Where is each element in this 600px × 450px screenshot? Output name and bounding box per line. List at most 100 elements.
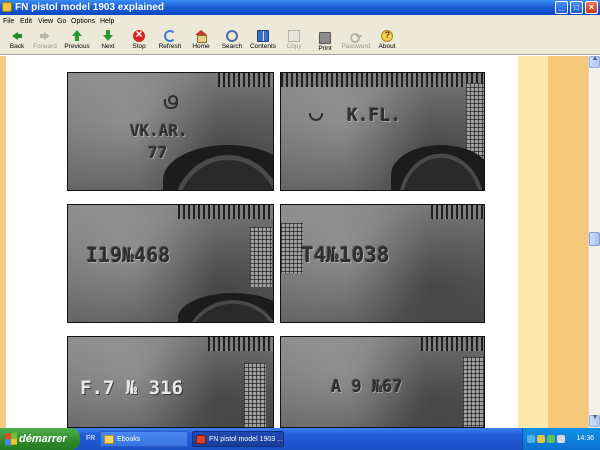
stamp-line1: K.FL. bbox=[347, 105, 402, 126]
menu-go[interactable]: Go bbox=[57, 15, 66, 28]
task-ebooks[interactable]: Ebooks bbox=[100, 431, 188, 447]
refresh-icon bbox=[164, 30, 176, 42]
password-label: Password bbox=[341, 43, 371, 50]
contents-button[interactable]: Contents bbox=[246, 29, 280, 54]
print-label: Print bbox=[318, 45, 332, 52]
ebook-icon bbox=[196, 435, 206, 444]
slide-serrations bbox=[421, 337, 484, 351]
language-indicator[interactable]: FR bbox=[86, 428, 95, 450]
stamp-line1: T4№1038 bbox=[301, 243, 390, 267]
menu-options[interactable]: Options bbox=[71, 15, 95, 28]
stamp-line1: VK.AR. bbox=[130, 121, 188, 140]
down-arrow-icon bbox=[102, 30, 114, 42]
about-label: About bbox=[378, 43, 396, 50]
checkered-grip bbox=[250, 227, 272, 287]
slide-serrations bbox=[218, 73, 273, 87]
photo-a9-marking: A 9 №67 bbox=[280, 336, 485, 428]
scroll-up-button[interactable]: ▲ bbox=[589, 55, 600, 68]
right-margin bbox=[518, 56, 548, 428]
security-icon[interactable] bbox=[547, 435, 555, 443]
forward-label: Forward bbox=[33, 43, 57, 50]
taskbar: démarrer FR Ebooks FN pistol model 1903 … bbox=[0, 428, 600, 450]
menu-file[interactable]: File bbox=[3, 15, 14, 28]
next-button[interactable]: Next bbox=[91, 29, 125, 54]
task-fn-pistol-ebook[interactable]: FN pistol model 1903 ... bbox=[192, 431, 284, 447]
password-button[interactable]: Password bbox=[339, 29, 373, 54]
previous-label: Previous bbox=[64, 43, 90, 50]
menu-edit[interactable]: Edit bbox=[20, 15, 32, 28]
tray-app-icon[interactable] bbox=[557, 435, 565, 443]
copy-icon bbox=[288, 30, 300, 42]
window-title-bar[interactable]: FN pistol model 1903 explained _ □ × bbox=[0, 0, 600, 15]
home-button[interactable]: Home bbox=[184, 29, 218, 54]
stamp-line1: A 9 №67 bbox=[331, 377, 403, 397]
checkered-grip bbox=[244, 363, 266, 427]
about-button[interactable]: About bbox=[370, 29, 404, 54]
slide-serrations bbox=[178, 205, 273, 219]
back-arrow-icon bbox=[11, 30, 23, 42]
maximize-button[interactable]: □ bbox=[570, 1, 583, 14]
copy-button[interactable]: Copy bbox=[277, 29, 311, 54]
copy-label: Copy bbox=[286, 43, 302, 50]
stop-button[interactable]: Stop bbox=[122, 27, 156, 54]
menu-help[interactable]: Help bbox=[100, 15, 114, 28]
about-icon bbox=[381, 30, 393, 42]
network-icon[interactable] bbox=[527, 435, 535, 443]
start-label: démarrer bbox=[19, 433, 67, 445]
refresh-button[interactable]: Refresh bbox=[153, 29, 187, 54]
scroll-thumb[interactable] bbox=[589, 232, 600, 246]
search-icon bbox=[226, 30, 238, 42]
slide-serrations bbox=[431, 205, 484, 219]
left-margin bbox=[6, 56, 62, 428]
photo-k-fl-marking: K.FL. bbox=[280, 72, 485, 191]
task-label: Ebooks bbox=[117, 436, 141, 443]
document-view[interactable]: VK.AR. 77 K.FL. I19№468 T4№1038 F.7 № 31… bbox=[0, 56, 588, 428]
slide-serrations bbox=[208, 337, 273, 351]
refresh-label: Refresh bbox=[158, 43, 182, 50]
volume-icon[interactable] bbox=[537, 435, 545, 443]
home-icon bbox=[195, 30, 207, 43]
slide-serrations bbox=[281, 73, 484, 87]
stop-icon bbox=[133, 27, 145, 42]
menu-view[interactable]: View bbox=[38, 15, 53, 28]
clock[interactable]: 14:36 bbox=[576, 428, 594, 450]
previous-button[interactable]: Previous bbox=[60, 29, 94, 54]
up-arrow-icon bbox=[71, 30, 83, 42]
contents-label: Contents bbox=[249, 43, 277, 50]
right-decor-strip bbox=[548, 56, 588, 428]
photo-vk-ar-marking: VK.AR. 77 bbox=[67, 72, 274, 191]
crown-icon bbox=[164, 95, 178, 109]
stamp-line2: 77 bbox=[148, 143, 168, 162]
home-label: Home bbox=[192, 43, 210, 50]
stamp-line1: F.7 № 316 bbox=[80, 377, 183, 399]
contents-book-icon bbox=[257, 30, 269, 42]
minimize-button[interactable]: _ bbox=[555, 1, 568, 14]
windows-logo-icon bbox=[5, 432, 17, 446]
system-tray: 14:36 bbox=[522, 428, 600, 450]
next-label: Next bbox=[101, 43, 115, 50]
vertical-scrollbar[interactable]: ▲ ▼ bbox=[588, 55, 600, 428]
task-label: FN pistol model 1903 ... bbox=[209, 436, 283, 443]
chevron-up-icon: ▲ bbox=[591, 55, 599, 62]
folder-icon bbox=[104, 435, 114, 444]
print-button[interactable]: Print bbox=[308, 29, 342, 54]
app-book-icon bbox=[2, 2, 12, 12]
chevron-down-icon: ▼ bbox=[591, 414, 599, 421]
checkered-grip bbox=[463, 357, 484, 427]
printer-icon bbox=[319, 32, 331, 44]
stamp-line1: I19№468 bbox=[86, 243, 171, 267]
stop-label: Stop bbox=[132, 43, 146, 50]
close-button[interactable]: × bbox=[585, 1, 598, 14]
photo-t4-marking: T4№1038 bbox=[280, 204, 485, 323]
start-button[interactable]: démarrer bbox=[0, 428, 80, 450]
key-icon bbox=[350, 30, 362, 43]
scroll-down-button[interactable]: ▼ bbox=[589, 414, 600, 427]
window-title: FN pistol model 1903 explained bbox=[15, 2, 164, 13]
menu-bar: File Edit View Go Options Help bbox=[0, 15, 600, 28]
photo-f7-marking: F.7 № 316 bbox=[67, 336, 274, 428]
search-button[interactable]: Search bbox=[215, 29, 249, 54]
search-label: Search bbox=[221, 43, 243, 50]
photo-i19-marking: I19№468 bbox=[67, 204, 274, 323]
forward-button[interactable]: Forward bbox=[28, 29, 62, 54]
toolbar: Back Forward Previous Next Stop Refresh … bbox=[0, 27, 600, 55]
